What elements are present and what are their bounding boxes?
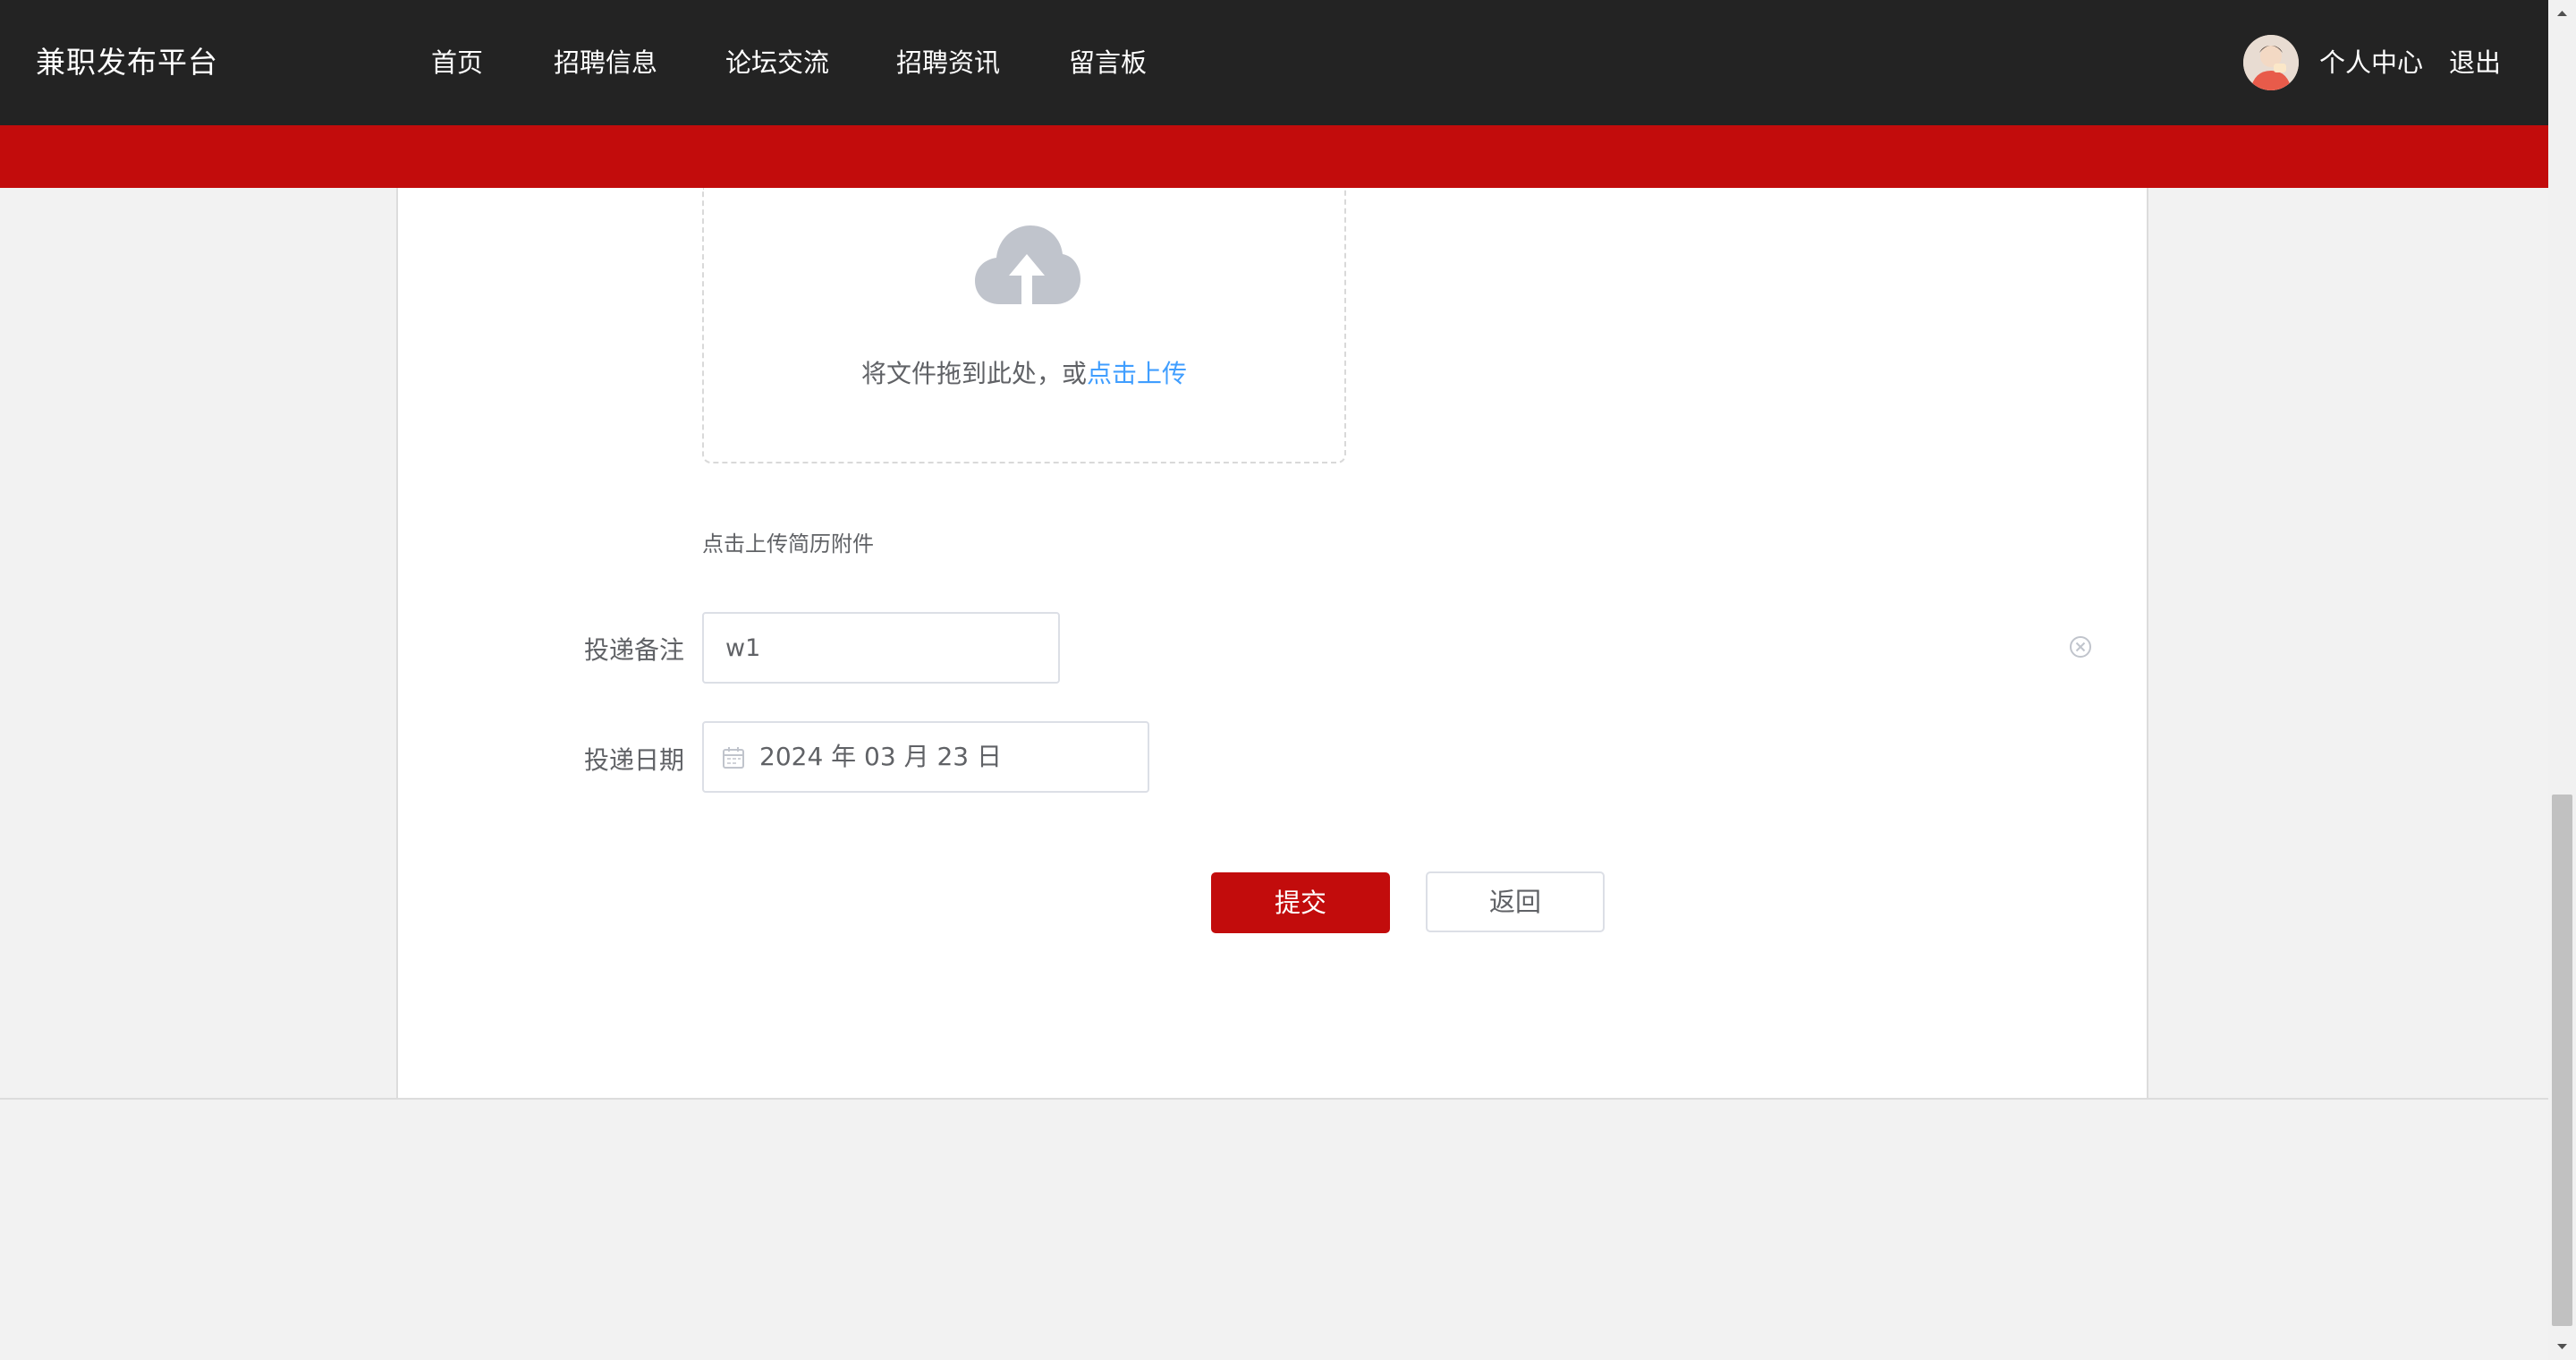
site-brand[interactable]: 兼职发布平台	[36, 0, 218, 125]
nav-jobs[interactable]: 招聘信息	[554, 0, 657, 125]
remark-input[interactable]	[702, 612, 1060, 684]
header-accent-band	[0, 125, 2548, 188]
upload-drag-text: 将文件拖到此处，或	[860, 359, 1087, 388]
user-center-link[interactable]: 个人中心	[2319, 0, 2423, 125]
nav-home[interactable]: 首页	[431, 0, 483, 125]
date-value: 2024 年 03 月 23 日	[759, 742, 1003, 771]
nav-news[interactable]: 招聘资讯	[896, 0, 1000, 125]
scroll-up-arrow-icon[interactable]	[2548, 0, 2576, 27]
logout-link[interactable]: 退出	[2449, 0, 2501, 125]
submit-button[interactable]: 提交	[1211, 872, 1390, 933]
back-button[interactable]: 返回	[1426, 871, 1605, 932]
top-navbar: 兼职发布平台 首页 招聘信息 论坛交流 招聘资讯 留言板 个人中心 退出	[0, 0, 2548, 125]
date-label: 投递日期	[583, 745, 684, 775]
nav-forum[interactable]: 论坛交流	[725, 0, 829, 125]
footer-divider	[0, 1098, 2548, 1100]
nav-messages[interactable]: 留言板	[1069, 0, 1147, 125]
upload-cloud-icon	[975, 225, 1080, 304]
remark-label: 投递备注	[583, 635, 684, 665]
page-scrollbar[interactable]	[2548, 0, 2576, 1360]
upload-dropzone[interactable]: 将文件拖到此处，或点击上传	[702, 188, 1346, 463]
upload-click-link[interactable]: 点击上传	[1087, 359, 1187, 388]
scroll-thumb[interactable]	[2552, 795, 2572, 1326]
user-avatar[interactable]	[2243, 35, 2299, 90]
calendar-icon	[723, 747, 744, 769]
upload-tip: 点击上传简历附件	[702, 531, 874, 557]
date-picker[interactable]: 2024 年 03 月 23 日	[702, 721, 1149, 793]
circle-close-icon[interactable]	[2068, 634, 2093, 659]
scroll-down-arrow-icon[interactable]	[2548, 1333, 2576, 1360]
upload-text: 将文件拖到此处，或点击上传	[704, 354, 1344, 390]
